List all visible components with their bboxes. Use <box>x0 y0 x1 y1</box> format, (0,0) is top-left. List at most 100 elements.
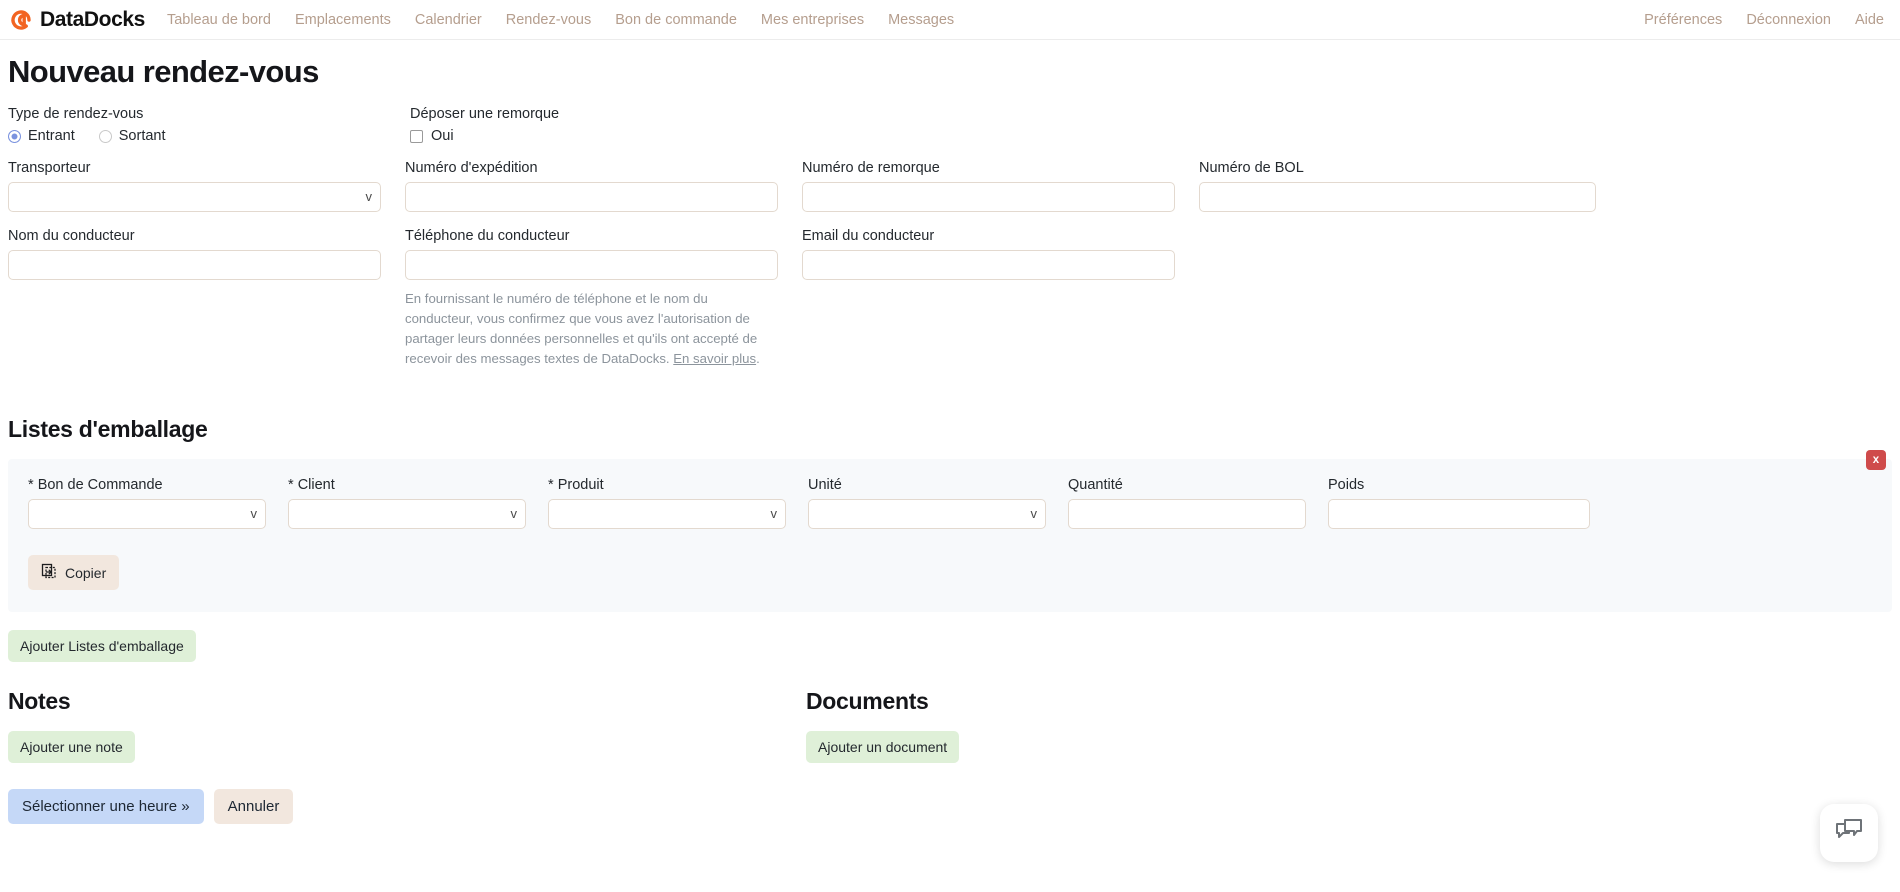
packing-field-quantite: Quantité <box>1068 477 1328 530</box>
driver-fields-row: Nom du conducteur Téléphone du conducteu… <box>8 228 1892 382</box>
chevron-down-icon: v <box>365 189 373 204</box>
brand-name: DataDocks <box>40 7 145 31</box>
numero-bol-label: Numéro de BOL <box>1199 160 1304 176</box>
add-document-button[interactable]: Ajouter un document <box>806 731 960 764</box>
field-numero-remorque: Numéro de remorque <box>802 160 1199 212</box>
appointment-type-group: Type de rendez-vous Entrant Sortant <box>8 106 410 144</box>
select-time-button[interactable]: Sélectionner une heure » <box>8 789 204 825</box>
numero-expedition-input[interactable] <box>405 182 778 212</box>
packing-field-unite: Unité v <box>808 477 1068 530</box>
nav-link-deconnexion[interactable]: Déconnexion <box>1746 12 1831 28</box>
nav-link-calendrier[interactable]: Calendrier <box>415 12 482 28</box>
radio-option-entrant[interactable]: Entrant <box>8 128 75 144</box>
bon-de-commande-select[interactable]: v <box>28 499 266 530</box>
nom-conducteur-label: Nom du conducteur <box>8 228 135 244</box>
chat-launcher-button[interactable] <box>1820 804 1878 862</box>
nav-link-messages[interactable]: Messages <box>888 12 954 28</box>
quantite-label: Quantité <box>1068 477 1123 494</box>
nav-link-rendez-vous[interactable]: Rendez-vous <box>506 12 591 28</box>
radio-sortant-label: Sortant <box>118 128 166 144</box>
unite-select[interactable]: v <box>808 499 1046 530</box>
add-packing-list-button[interactable]: Ajouter Listes d'emballage <box>8 630 196 663</box>
cancel-button[interactable]: Annuler <box>213 789 294 825</box>
chat-bubbles-icon <box>1833 815 1865 852</box>
telephone-conducteur-input[interactable] <box>405 250 778 280</box>
bon-de-commande-label-text: Bon de Commande <box>37 477 163 494</box>
client-label-text: Client <box>297 477 335 494</box>
transporteur-select[interactable]: v <box>8 182 381 212</box>
packing-field-client: * Client v <box>288 477 548 530</box>
poids-input[interactable] <box>1328 499 1590 530</box>
brand-logo[interactable]: DataDocks <box>8 7 145 33</box>
datadocks-logo-icon <box>8 7 34 33</box>
remove-packing-list-button[interactable]: x <box>1866 450 1886 471</box>
top-navigation-bar: DataDocks Tableau de bord Emplacements C… <box>0 0 1900 40</box>
poids-label: Poids <box>1328 477 1365 494</box>
produit-label: * Produit <box>548 477 786 493</box>
nav-link-bon-de-commande[interactable]: Bon de commande <box>615 12 737 28</box>
produit-label-text: Produit <box>557 477 604 494</box>
copy-packing-list-button[interactable]: Copier <box>28 555 120 591</box>
packing-lists-title: Listes d'emballage <box>8 416 208 443</box>
field-numero-expedition: Numéro d'expédition <box>405 160 802 212</box>
produit-select[interactable]: v <box>548 499 786 530</box>
notes-title: Notes <box>8 688 71 715</box>
drop-trailer-checkbox[interactable] <box>410 129 423 143</box>
notes-documents-row: Notes Ajouter une note Documents Ajouter… <box>8 688 1892 764</box>
appointment-type-label: Type de rendez-vous <box>8 106 144 122</box>
quantite-input[interactable] <box>1068 499 1306 530</box>
packing-list-fields-grid: * Bon de Commande v * Client v * Produit… <box>28 477 1872 530</box>
radio-sortant-indicator[interactable] <box>98 129 112 143</box>
packing-list-card: x * Bon de Commande v * Client v * Produ… <box>8 450 1892 613</box>
copy-button-label: Copier <box>65 564 107 581</box>
field-email-conducteur: Email du conducteur <box>802 228 1199 382</box>
drop-trailer-checkbox-label: Oui <box>431 128 454 144</box>
transporteur-label: Transporteur <box>8 160 91 176</box>
numero-remorque-input[interactable] <box>802 182 1175 212</box>
nav-link-tableau-de-bord[interactable]: Tableau de bord <box>167 12 271 28</box>
drop-trailer-label: Déposer une remorque <box>410 106 560 122</box>
chevron-down-icon: v <box>770 506 778 522</box>
driver-consent-text: En fournissant le numéro de téléphone et… <box>405 289 773 369</box>
required-asterisk: * <box>548 477 554 494</box>
en-savoir-plus-link[interactable]: En savoir plus <box>673 351 756 366</box>
appointment-type-radios: Entrant Sortant <box>8 128 410 144</box>
chevron-down-icon: v <box>1030 506 1038 522</box>
copy-icon <box>41 563 57 582</box>
nav-link-preferences[interactable]: Préférences <box>1644 12 1722 28</box>
numero-bol-input[interactable] <box>1199 182 1596 212</box>
field-numero-bol: Numéro de BOL <box>1199 160 1596 212</box>
driver-row-spacer <box>1199 228 1596 382</box>
add-note-button[interactable]: Ajouter une note <box>8 731 135 764</box>
documents-title: Documents <box>806 688 929 715</box>
email-conducteur-label: Email du conducteur <box>802 228 935 244</box>
radio-entrant-label: Entrant <box>28 128 75 144</box>
radio-entrant-indicator[interactable] <box>8 129 21 143</box>
client-select[interactable]: v <box>288 499 526 530</box>
nom-conducteur-input[interactable] <box>8 250 381 280</box>
drop-trailer-group: Déposer une remorque Oui <box>410 106 559 144</box>
packing-field-produit: * Produit v <box>548 477 808 530</box>
email-conducteur-input[interactable] <box>802 250 1175 280</box>
field-transporteur: Transporteur v <box>8 160 405 212</box>
nav-link-mes-entreprises[interactable]: Mes entreprises <box>761 12 864 28</box>
required-asterisk: * <box>28 477 34 494</box>
documents-section: Documents Ajouter un document <box>806 688 960 764</box>
nav-link-aide[interactable]: Aide <box>1855 12 1884 28</box>
form-actions: Sélectionner une heure » Annuler <box>8 789 1892 825</box>
client-label: * Client <box>288 477 526 493</box>
packing-field-poids: Poids <box>1328 477 1590 530</box>
numero-remorque-label: Numéro de remorque <box>802 160 940 176</box>
secondary-nav-links: Préférences Déconnexion Aide <box>1644 12 1888 28</box>
radio-option-sortant[interactable]: Sortant <box>98 128 166 144</box>
driver-consent-suffix: . <box>756 351 760 367</box>
drop-trailer-checkbox-row[interactable]: Oui <box>410 128 559 144</box>
unite-label: Unité <box>808 477 842 494</box>
chevron-down-icon: v <box>510 506 518 522</box>
notes-section: Notes Ajouter une note <box>8 688 806 764</box>
nav-link-emplacements[interactable]: Emplacements <box>295 12 391 28</box>
required-asterisk: * <box>288 477 294 494</box>
page-content: Nouveau rendez-vous Type de rendez-vous … <box>0 54 1900 825</box>
field-nom-conducteur: Nom du conducteur <box>8 228 405 382</box>
telephone-conducteur-label: Téléphone du conducteur <box>405 228 570 244</box>
